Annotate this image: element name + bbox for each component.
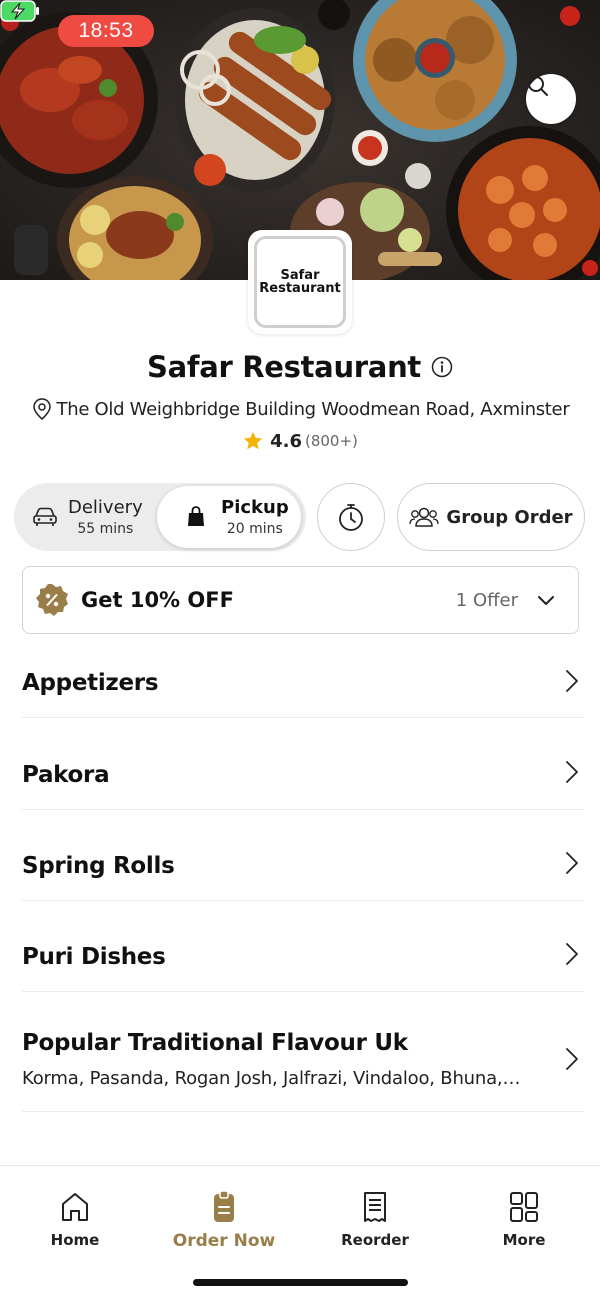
nav-item-order-now[interactable]: Order Now (149, 1190, 299, 1251)
delivery-time: 55 mins (77, 521, 134, 537)
restaurant-title-row: Safar Restaurant (0, 350, 600, 384)
pickup-time: 20 mins (226, 521, 283, 537)
nav-label-more: More (502, 1231, 546, 1249)
chevron-right-icon (566, 1048, 578, 1070)
offer-banner[interactable]: Get 10% OFF 1 Offer (22, 566, 579, 634)
category-name: Appetizers (22, 670, 159, 696)
search-button[interactable] (526, 74, 576, 124)
chevron-down-icon (538, 596, 554, 605)
battery-charging-icon (0, 0, 39, 22)
star-icon (243, 431, 263, 450)
info-icon[interactable] (431, 356, 453, 378)
restaurant-address: The Old Weighbridge Building Woodmean Ro… (56, 398, 570, 420)
offer-count: 1 Offer (455, 589, 518, 611)
nav-label-home: Home (50, 1231, 100, 1249)
category-row[interactable]: Popular Traditional Flavour Uk Korma, Pa… (22, 992, 585, 1112)
search-icon (528, 76, 548, 96)
delivery-label: Delivery (68, 497, 143, 518)
nav-label-reorder: Reorder (341, 1231, 409, 1249)
category-name: Pakora (22, 762, 110, 788)
category-name: Puri Dishes (22, 944, 166, 970)
delivery-option[interactable]: Delivery 55 mins (32, 483, 143, 551)
rating-count: (800+) (304, 432, 358, 450)
chevron-right-icon (566, 670, 578, 692)
chevron-right-icon (566, 943, 578, 965)
rating-row: 4.6 (800+) (0, 430, 600, 452)
chevron-right-icon (566, 761, 578, 783)
stopwatch-icon (339, 504, 363, 531)
home-indicator[interactable] (193, 1279, 408, 1286)
pickup-label: Pickup (221, 497, 289, 518)
chevron-right-icon (566, 852, 578, 874)
group-order-button[interactable]: Group Order (397, 483, 585, 551)
category-name: Popular Traditional Flavour Uk (22, 1030, 408, 1056)
location-pin-icon (32, 398, 51, 420)
group-users-icon (409, 507, 440, 527)
category-row[interactable]: Puri Dishes (22, 901, 585, 992)
shopping-bag-icon (188, 506, 204, 526)
home-icon (62, 1193, 88, 1221)
offer-title: Get 10% OFF (81, 588, 234, 612)
receipt-icon (364, 1192, 386, 1222)
restaurant-logo-text: Safar Restaurant (254, 236, 346, 328)
category-description: Korma, Pasanda, Rogan Josh, Jalfrazi, Vi… (22, 1068, 522, 1089)
order-mode-toggle: Delivery 55 mins Pickup 20 mins (14, 483, 306, 551)
schedule-timer-button[interactable] (317, 483, 385, 551)
category-row[interactable]: Spring Rolls (22, 810, 585, 901)
nav-item-home[interactable]: Home (0, 1190, 150, 1249)
grid-icon (510, 1192, 538, 1222)
restaurant-address-row: The Old Weighbridge Building Woodmean Ro… (0, 397, 600, 421)
rating-value: 4.6 (270, 430, 302, 452)
car-icon (33, 507, 57, 526)
pickup-option[interactable]: Pickup 20 mins (157, 486, 301, 548)
category-row[interactable]: Pakora (22, 718, 585, 810)
restaurant-logo: Safar Restaurant (248, 230, 352, 334)
nav-item-reorder[interactable]: Reorder (300, 1190, 450, 1249)
nav-label-order-now: Order Now (172, 1231, 276, 1251)
group-order-label: Group Order (446, 506, 573, 528)
discount-badge-icon (36, 584, 68, 616)
restaurant-name: Safar Restaurant (147, 350, 421, 384)
status-time-pill: 18:53 (58, 15, 154, 47)
category-name: Spring Rolls (22, 853, 175, 879)
order-now-icon (214, 1190, 234, 1222)
nav-item-more[interactable]: More (449, 1190, 599, 1249)
category-row[interactable]: Appetizers (22, 650, 585, 718)
